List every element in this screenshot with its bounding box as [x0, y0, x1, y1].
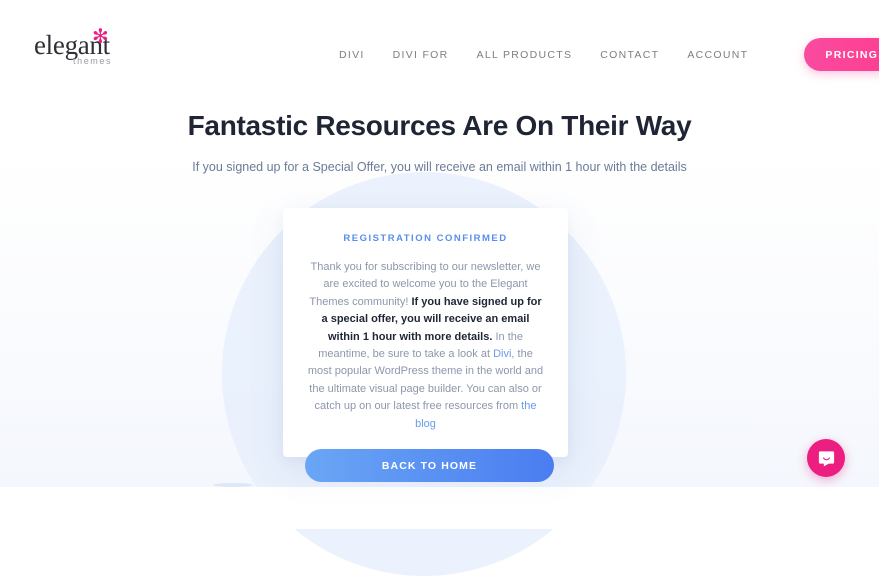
decorative-streak	[213, 483, 253, 487]
nav-link-all-products[interactable]: ALL PRODUCTS	[463, 42, 587, 68]
back-to-home-button[interactable]: BACK TO HOME	[305, 449, 554, 483]
page-title: Fantastic Resources Are On Their Way	[187, 110, 692, 141]
registration-confirmation-card: REGISTRATION CONFIRMED Thank you for sub…	[283, 208, 568, 483]
card-eyebrow: REGISTRATION CONFIRMED	[343, 233, 508, 244]
main-navigation: DIVI DIVI FOR ALL PRODUCTS CONTACT ACCOU…	[325, 38, 879, 71]
logo-subtext: themes	[73, 56, 113, 66]
card-body-text: Thank you for subscribing to our newslet…	[305, 259, 546, 433]
chat-bubble-icon	[818, 450, 834, 466]
nav-link-divi-for[interactable]: DIVI FOR	[379, 42, 463, 68]
site-logo[interactable]: elegant ✻ themes	[34, 26, 154, 74]
nav-link-divi[interactable]: DIVI	[325, 42, 379, 68]
nav-link-account[interactable]: ACCOUNT	[673, 42, 762, 68]
divi-link[interactable]: Divi	[493, 348, 511, 360]
page-background-mask	[0, 487, 879, 529]
page-subtitle: If you signed up for a Special Offer, yo…	[192, 160, 687, 174]
site-header: elegant ✻ themes DIVI DIVI FOR ALL PRODU…	[0, 0, 879, 104]
nav-link-contact[interactable]: CONTACT	[586, 42, 673, 68]
chat-launcher-button[interactable]	[807, 439, 845, 477]
asterisk-icon: ✻	[92, 24, 109, 48]
hero-section: Fantastic Resources Are On Their Way If …	[0, 108, 879, 176]
pricing-button[interactable]: PRICING	[804, 38, 879, 71]
